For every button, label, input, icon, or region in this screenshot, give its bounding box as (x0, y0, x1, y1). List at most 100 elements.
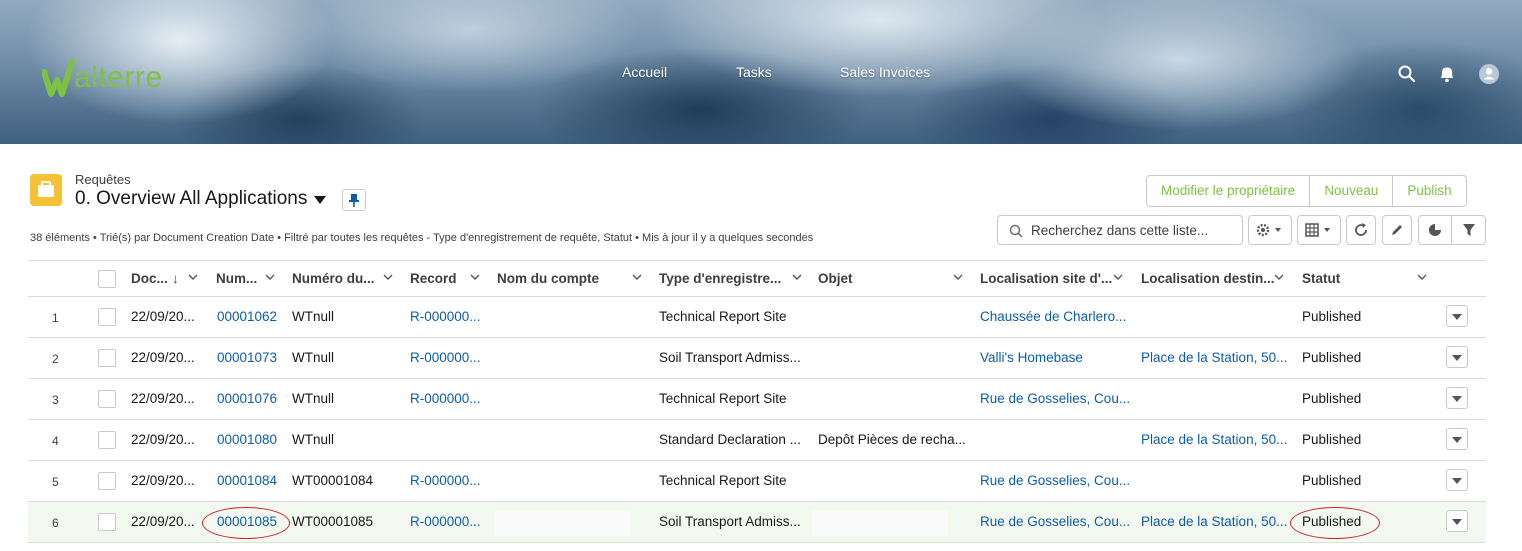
publish-button[interactable]: Publish (1393, 176, 1465, 206)
cell-record-link[interactable]: R-000000... (410, 350, 481, 365)
chevron-down-icon[interactable] (1113, 272, 1123, 282)
col-numero[interactable]: Numéro du... (292, 271, 375, 286)
table-row[interactable]: 1 22/09/20... 00001062 WTnull R-000000..… (28, 297, 1486, 338)
row-action-menu[interactable] (1446, 469, 1468, 491)
row-action-menu[interactable] (1446, 428, 1468, 450)
row-checkbox[interactable] (98, 472, 116, 490)
logo-text: alterre (74, 61, 163, 94)
cell-statut: Published (1302, 391, 1362, 406)
cell-doc: 22/09/20... (131, 514, 195, 529)
cell-num-link[interactable]: 00001080 (217, 432, 277, 447)
cell-dest-link[interactable]: Place de la Station, 50... (1141, 432, 1287, 447)
change-owner-button[interactable]: Modifier le propriétaire (1147, 176, 1311, 206)
table-row[interactable]: 6 22/09/20... 00001085 WT00001085 R-0000… (28, 502, 1486, 543)
annotation-circle-statut (1290, 507, 1380, 539)
display-as-button[interactable] (1297, 215, 1341, 245)
col-localisation-dest[interactable]: Localisation destin... (1141, 271, 1275, 286)
new-button[interactable]: Nouveau (1310, 176, 1394, 206)
object-label: Requêtes (75, 172, 131, 187)
col-type[interactable]: Type d'enregistre... (659, 271, 781, 286)
chevron-down-icon[interactable] (1417, 272, 1427, 282)
inline-edit-button[interactable] (1382, 215, 1412, 245)
list-view-dropdown-icon[interactable] (314, 196, 326, 204)
user-avatar-icon[interactable] (1478, 63, 1500, 85)
nav-sales-invoices[interactable]: Sales Invoices (840, 64, 930, 80)
table-row[interactable]: 5 22/09/20... 00001084 WT00001084 R-0000… (28, 461, 1486, 502)
cell-dest-link[interactable]: Place de la Station, 50... (1141, 350, 1287, 365)
select-all-checkbox[interactable] (98, 270, 116, 288)
cell-num-link[interactable]: 00001084 (217, 473, 277, 488)
filter-button[interactable] (1452, 216, 1485, 244)
nav-accueil[interactable]: Accueil (622, 64, 667, 80)
col-localisation-site[interactable]: Localisation site d'... (980, 271, 1112, 286)
search-icon (1009, 224, 1023, 238)
cell-doc: 22/09/20... (131, 309, 195, 324)
chevron-down-icon[interactable] (1274, 272, 1284, 282)
table-row[interactable]: 3 22/09/20... 00001076 WTnull R-000000..… (28, 379, 1486, 420)
cell-site-link[interactable]: Chaussée de Charlero... (980, 309, 1126, 324)
cell-site-link[interactable]: Rue de Gosselies, Cou... (980, 514, 1130, 529)
bell-icon[interactable] (1437, 64, 1459, 86)
col-nom-compte[interactable]: Nom du compte (497, 271, 599, 286)
cell-type: Soil Transport Admiss... (659, 514, 801, 529)
cell-site-link[interactable]: Rue de Gosselies, Cou... (980, 473, 1130, 488)
list-actions: Modifier le propriétaire Nouveau Publish (1146, 175, 1467, 207)
chevron-down-icon[interactable] (470, 272, 480, 282)
row-action-menu[interactable] (1446, 510, 1468, 532)
row-checkbox[interactable] (98, 390, 116, 408)
row-checkbox[interactable] (98, 431, 116, 449)
col-num[interactable]: Num... (216, 271, 257, 286)
row-action-menu[interactable] (1446, 305, 1468, 327)
table-row[interactable]: 4 22/09/20... 00001080 WTnull Standard D… (28, 420, 1486, 461)
cell-doc: 22/09/20... (131, 391, 195, 406)
logo[interactable]: alterre (41, 54, 163, 98)
redacted-area (812, 510, 948, 536)
object-icon (30, 174, 62, 206)
cell-site-link[interactable]: Rue de Gosselies, Cou... (980, 391, 1130, 406)
cell-record-link[interactable]: R-000000... (410, 309, 481, 324)
nav-tasks[interactable]: Tasks (736, 64, 772, 80)
cell-num-link[interactable]: 00001076 (217, 391, 277, 406)
cell-dest-link[interactable]: Place de la Station, 50... (1141, 514, 1287, 529)
table-row[interactable]: 2 22/09/20... 00001073 WTnull R-000000..… (28, 338, 1486, 379)
col-record[interactable]: Record (410, 271, 457, 286)
chevron-down-icon[interactable] (632, 272, 642, 282)
list-search-input[interactable]: Recherchez dans cette liste... (997, 215, 1243, 245)
filter-icon (1462, 224, 1475, 236)
chevron-down-icon[interactable] (188, 272, 198, 282)
pencil-icon (1392, 225, 1402, 235)
pie-chart-icon (1429, 224, 1441, 236)
cell-statut: Published (1302, 473, 1362, 488)
row-number: 3 (52, 393, 59, 407)
row-action-menu[interactable] (1446, 387, 1468, 409)
cell-record-link[interactable]: R-000000... (410, 391, 481, 406)
chevron-down-icon[interactable] (383, 272, 393, 282)
cell-record-link[interactable]: R-000000... (410, 473, 481, 488)
table-icon (1305, 223, 1330, 237)
chevron-down-icon[interactable] (792, 272, 802, 282)
chevron-down-icon[interactable] (265, 272, 275, 282)
chevron-down-icon[interactable] (953, 272, 963, 282)
cell-record-link[interactable]: R-000000... (410, 514, 481, 529)
cell-num-link[interactable]: 00001062 (217, 309, 277, 324)
cell-type: Soil Transport Admiss... (659, 350, 801, 365)
row-number: 4 (52, 434, 59, 448)
pin-icon[interactable] (342, 189, 366, 211)
row-checkbox[interactable] (98, 308, 116, 326)
list-view-title[interactable]: 0. Overview All Applications (75, 188, 307, 210)
list-settings-button[interactable] (1248, 215, 1292, 245)
cell-num-link[interactable]: 00001073 (217, 350, 277, 365)
row-number: 2 (52, 352, 59, 366)
charts-button[interactable] (1419, 216, 1453, 244)
cell-site-link[interactable]: Valli's Homebase (980, 350, 1083, 365)
row-checkbox[interactable] (98, 513, 116, 531)
row-number: 6 (52, 516, 59, 530)
row-action-menu[interactable] (1446, 346, 1468, 368)
col-objet[interactable]: Objet (818, 271, 853, 286)
search-icon[interactable] (1397, 64, 1419, 86)
col-doc[interactable]: Doc... (131, 271, 168, 286)
row-checkbox[interactable] (98, 349, 116, 367)
col-statut[interactable]: Statut (1302, 271, 1340, 286)
refresh-button[interactable] (1346, 215, 1376, 245)
chart-filter-group (1418, 215, 1486, 245)
